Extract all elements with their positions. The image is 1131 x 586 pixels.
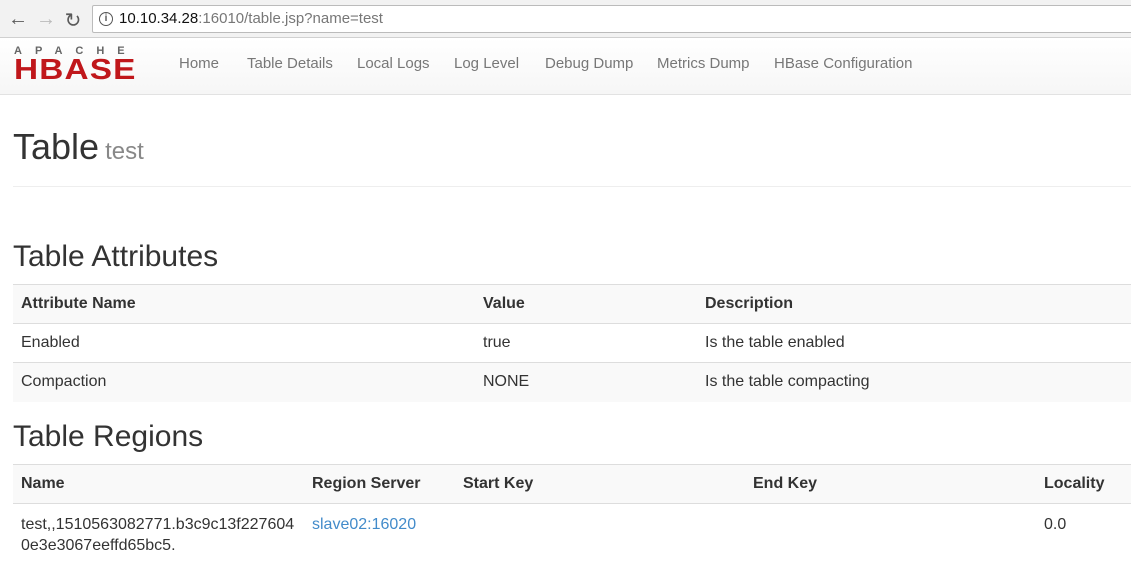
browser-toolbar: ← → ↻ i 10.10.34.28:16010/table.jsp?name… xyxy=(0,0,1131,38)
title-text: Table xyxy=(13,126,100,167)
hbase-logo[interactable]: APACHE HBASE xyxy=(14,45,150,85)
col-region-server: Region Server xyxy=(304,464,455,504)
region-server-link[interactable]: slave02:16020 xyxy=(312,516,416,533)
col-name: Name xyxy=(13,464,304,504)
cell: Is the table enabled xyxy=(697,323,1131,363)
end-key xyxy=(745,503,1036,556)
col-attribute-name: Attribute Name xyxy=(13,284,475,324)
url-host: 10.10.34.28 xyxy=(119,10,199,27)
cell: Is the table compacting xyxy=(697,362,1131,402)
regions-table: Name Region Server Start Key End Key Loc… xyxy=(13,464,1131,556)
table-header: Name Region Server Start Key End Key Loc… xyxy=(13,464,1131,504)
region-name: test,,1510563082771.b3c9c13f227604 0e3e30… xyxy=(13,503,304,556)
logo-hbase: HBASE xyxy=(14,54,137,86)
table-row: test,,1510563082771.b3c9c13f227604 0e3e30… xyxy=(13,503,1131,556)
col-start-key: Start Key xyxy=(455,464,745,504)
attributes-table: Attribute Name Value Description Enabled… xyxy=(13,284,1131,402)
url-path: :16010/table.jsp?name=test xyxy=(198,10,383,27)
regions-heading: Table Regions xyxy=(13,420,204,453)
divider xyxy=(13,186,1131,187)
info-icon[interactable]: i xyxy=(99,12,113,26)
region-name-line: 0e3e3067eeffd65bc5. xyxy=(21,537,176,554)
nav-table-details[interactable]: Table Details xyxy=(247,55,333,72)
cell: true xyxy=(475,323,697,363)
cell: Enabled xyxy=(13,323,475,363)
start-key xyxy=(455,503,745,556)
col-value: Value xyxy=(475,284,697,324)
back-icon[interactable]: ← xyxy=(8,8,28,31)
col-description: Description xyxy=(697,284,1131,324)
locality: 0.0 xyxy=(1036,503,1131,556)
nav-local-logs[interactable]: Local Logs xyxy=(357,55,430,72)
col-end-key: End Key xyxy=(745,464,1036,504)
region-name-line: test,,1510563082771.b3c9c13f227604 xyxy=(21,516,295,533)
nav-metrics-dump[interactable]: Metrics Dump xyxy=(657,55,750,72)
navbar: APACHE HBASE Home Table Details Local Lo… xyxy=(0,38,1131,95)
nav-debug-dump[interactable]: Debug Dump xyxy=(545,55,633,72)
nav-hbase-configuration[interactable]: HBase Configuration xyxy=(774,55,912,72)
attributes-heading: Table Attributes xyxy=(13,240,219,273)
page-title: Table test xyxy=(13,126,144,168)
table-name: test xyxy=(105,138,144,165)
forward-icon[interactable]: → xyxy=(36,8,56,31)
nav-home[interactable]: Home xyxy=(179,55,219,72)
cell: Compaction xyxy=(13,362,475,402)
address-bar[interactable]: i 10.10.34.28:16010/table.jsp?name=test xyxy=(92,5,1131,33)
col-locality: Locality xyxy=(1036,464,1131,504)
table-row: Enabled true Is the table enabled xyxy=(13,323,1131,363)
table-row: Compaction NONE Is the table compacting xyxy=(13,362,1131,402)
reload-icon[interactable]: ↻ xyxy=(63,8,83,33)
nav-log-level[interactable]: Log Level xyxy=(454,55,519,72)
cell: NONE xyxy=(475,362,697,402)
table-header: Attribute Name Value Description xyxy=(13,284,1131,324)
